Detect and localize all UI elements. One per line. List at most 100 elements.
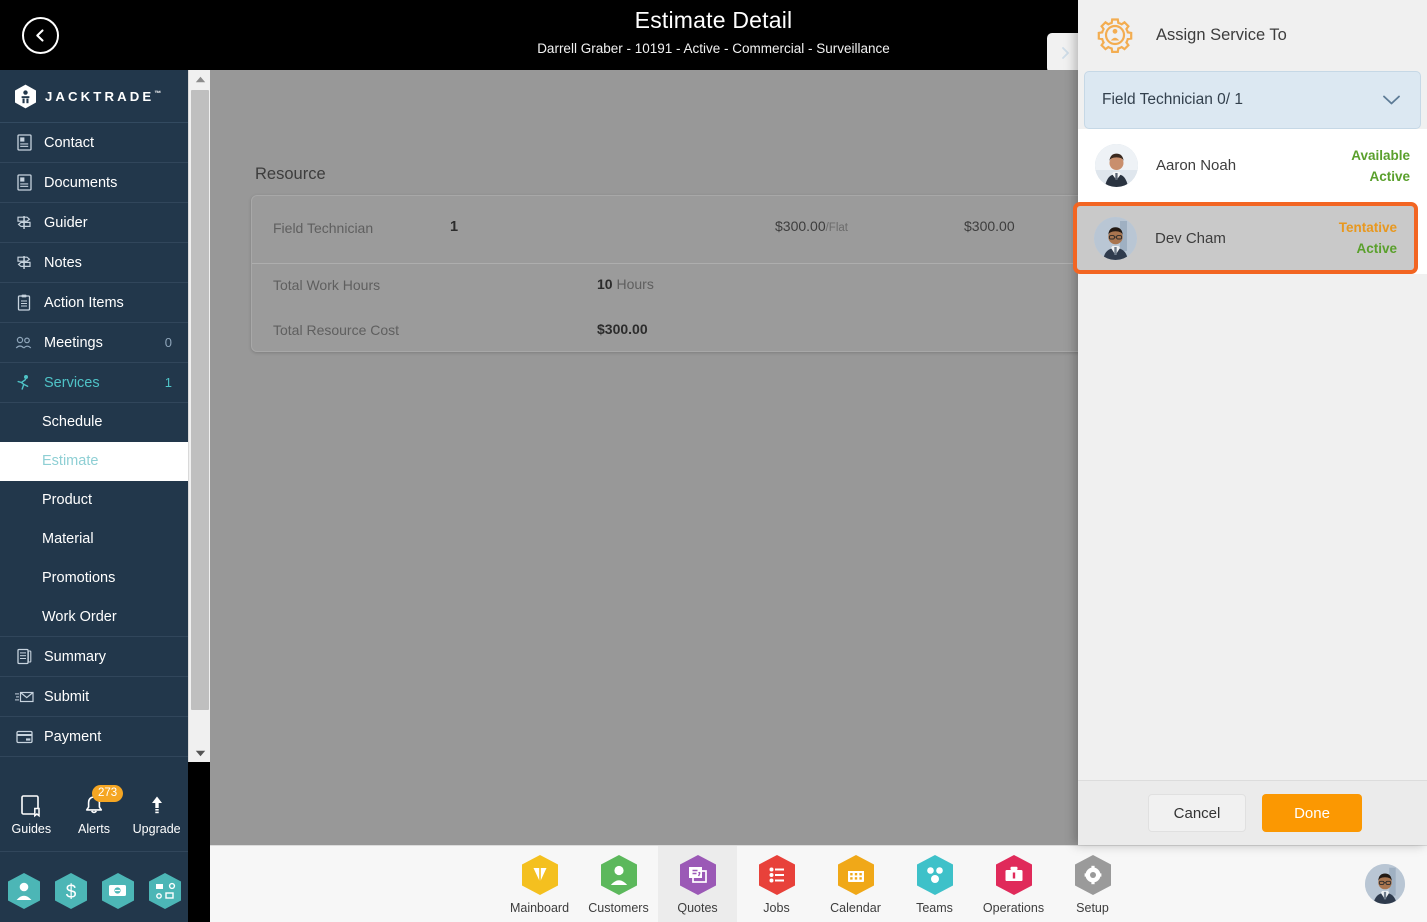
upgrade-label: Upgrade xyxy=(132,821,181,836)
sidebar-item-badge: 0 xyxy=(164,335,172,350)
sidebar-subitem-label: Material xyxy=(42,531,94,547)
bottom-nav-calendar[interactable]: Calendar xyxy=(816,846,895,922)
jobs-hex-icon xyxy=(758,854,796,896)
panel-footer: Cancel Done xyxy=(1078,780,1427,845)
bottom-nav-jobs[interactable]: Jobs xyxy=(737,846,816,922)
technician-status: Available Active xyxy=(1351,148,1427,184)
operations-hex-icon xyxy=(995,854,1033,896)
resource-rate-value: $300.00 xyxy=(775,218,826,234)
signpost-icon xyxy=(14,254,34,272)
summary-number: $300.00 xyxy=(597,321,648,337)
sidebar-subitem-estimate[interactable]: Estimate xyxy=(0,442,188,481)
bottom-nav-teams[interactable]: Teams xyxy=(895,846,974,922)
jacktrade-hex-icon xyxy=(14,84,37,109)
technician-name: Aaron Noah xyxy=(1156,157,1237,174)
availability-badge: Available xyxy=(1351,147,1410,163)
assign-service-panel: Assign Service To Field Technician 0/ 1 xyxy=(1073,0,1427,845)
sidebar-item-payment[interactable]: Payment xyxy=(0,717,188,757)
alerts-badge: 273 xyxy=(91,784,124,802)
summary-label: Total Work Hours xyxy=(273,277,381,293)
services-icon xyxy=(14,374,34,392)
avatar xyxy=(1095,144,1138,187)
person-hex-icon[interactable] xyxy=(7,872,41,910)
sidebar-subitem-promotions[interactable]: Promotions xyxy=(0,559,188,598)
bottom-nav-label: Operations xyxy=(982,901,1045,915)
scroll-down-arrow[interactable] xyxy=(189,744,211,762)
document-icon xyxy=(14,174,34,192)
bottom-nav-setup[interactable]: Setup xyxy=(1053,846,1132,922)
sidebar-subitem-label: Estimate xyxy=(42,453,99,469)
sidebar-item-services[interactable]: Services 1 xyxy=(0,363,188,403)
chevron-down-icon[interactable] xyxy=(1382,94,1420,106)
sidebar-item-contact[interactable]: Contact xyxy=(0,123,188,163)
bottom-nav-quotes[interactable]: Quotes xyxy=(658,846,737,922)
panel-header: Assign Service To xyxy=(1078,0,1427,70)
bottom-nav-operations[interactable]: Operations xyxy=(974,846,1053,922)
brand-logo[interactable]: JACKTRADE™ xyxy=(0,70,188,123)
upgrade-button[interactable]: Upgrade xyxy=(129,794,185,836)
clipboard-icon xyxy=(14,294,34,312)
sidebar-item-documents[interactable]: Documents xyxy=(0,163,188,203)
sidebar-item-badge: 1 xyxy=(164,375,172,390)
bottom-nav-customers[interactable]: Customers xyxy=(579,846,658,922)
availability-badge: Tentative xyxy=(1338,220,1397,235)
role-group-header[interactable]: Field Technician 0/ 1 xyxy=(1084,71,1421,129)
summary-value: 10 Hours xyxy=(597,276,654,292)
chevron-right-icon xyxy=(1061,47,1069,59)
sidebar-item-label: Guider xyxy=(44,214,88,231)
app-root: Estimate Detail Darrell Graber - 10191 -… xyxy=(0,0,1427,922)
sidebar-tools: Guides 273 Alerts Upgrade xyxy=(0,778,188,852)
sidebar-item-label: Summary xyxy=(44,648,107,665)
workflow-hex-icon[interactable] xyxy=(148,872,182,910)
summary-label: Total Resource Cost xyxy=(273,322,400,338)
sidebar-item-label: Documents xyxy=(44,174,118,191)
bottom-nav-label: Customers xyxy=(588,901,649,915)
resource-name: Field Technician xyxy=(273,220,374,236)
sidebar-item-summary[interactable]: Summary xyxy=(0,637,188,677)
sidebar-subitem-schedule[interactable]: Schedule xyxy=(0,403,188,442)
bottom-nav-mainboard[interactable]: Mainboard xyxy=(500,846,579,922)
sidebar-subitem-label: Promotions xyxy=(42,570,116,586)
guides-button[interactable]: Guides xyxy=(3,794,59,836)
bottom-nav-items: Mainboard Customers Quotes Jobs Calendar… xyxy=(500,846,1132,922)
bottom-nav-label: Calendar xyxy=(830,901,881,915)
sidebar-scrollbar[interactable] xyxy=(188,70,210,762)
summary-number: 10 xyxy=(597,276,613,292)
payment-hex-icon[interactable] xyxy=(101,872,135,910)
customers-hex-icon xyxy=(600,854,638,896)
user-avatar[interactable] xyxy=(1365,864,1405,904)
guides-label: Guides xyxy=(11,821,52,836)
bottom-nav-label: Quotes xyxy=(677,901,718,915)
sidebar-item-meetings[interactable]: Meetings 0 xyxy=(0,323,188,363)
sidebar-item-label: Notes xyxy=(44,254,82,271)
sidebar-item-submit[interactable]: Submit xyxy=(0,677,188,717)
brand-name: JACKTRADE™ xyxy=(45,88,162,104)
technician-name: Dev Cham xyxy=(1155,229,1226,247)
sidebar-item-label: Action Items xyxy=(44,294,124,311)
sidebar-subitem-material[interactable]: Material xyxy=(0,520,188,559)
sidebar-item-action-items[interactable]: Action Items xyxy=(0,283,188,323)
sidebar-quick-actions: $ xyxy=(0,860,188,922)
technician-status: Tentative Active xyxy=(1339,220,1414,256)
bottom-nav-label: Setup xyxy=(1076,901,1109,915)
technician-list: Aaron Noah Available Active Dev Cham Ten… xyxy=(1073,129,1427,274)
gear-person-icon xyxy=(1097,18,1133,53)
done-button[interactable]: Done xyxy=(1262,794,1362,832)
dollar-hex-icon[interactable]: $ xyxy=(54,872,88,910)
list-item[interactable]: Dev Cham Tentative Active xyxy=(1073,202,1418,274)
sidebar-item-guider[interactable]: Guider xyxy=(0,203,188,243)
avatar xyxy=(1094,216,1137,260)
sidebar-subitem-product[interactable]: Product xyxy=(0,481,188,520)
scrollbar-thumb[interactable] xyxy=(191,90,209,710)
mainboard-hex-icon xyxy=(521,854,559,896)
alerts-button[interactable]: 273 Alerts xyxy=(66,784,124,836)
card-icon xyxy=(14,728,34,746)
left-sidebar: JACKTRADE™ Contact Documents Guider Note… xyxy=(0,70,188,922)
scroll-up-arrow[interactable] xyxy=(189,70,211,88)
list-item[interactable]: Aaron Noah Available Active xyxy=(1078,129,1427,202)
svg-text:$: $ xyxy=(65,882,76,903)
cancel-button[interactable]: Cancel xyxy=(1148,794,1246,832)
sidebar-subitem-work-order[interactable]: Work Order xyxy=(0,598,188,637)
summary-icon xyxy=(14,648,34,666)
sidebar-item-notes[interactable]: Notes xyxy=(0,243,188,283)
